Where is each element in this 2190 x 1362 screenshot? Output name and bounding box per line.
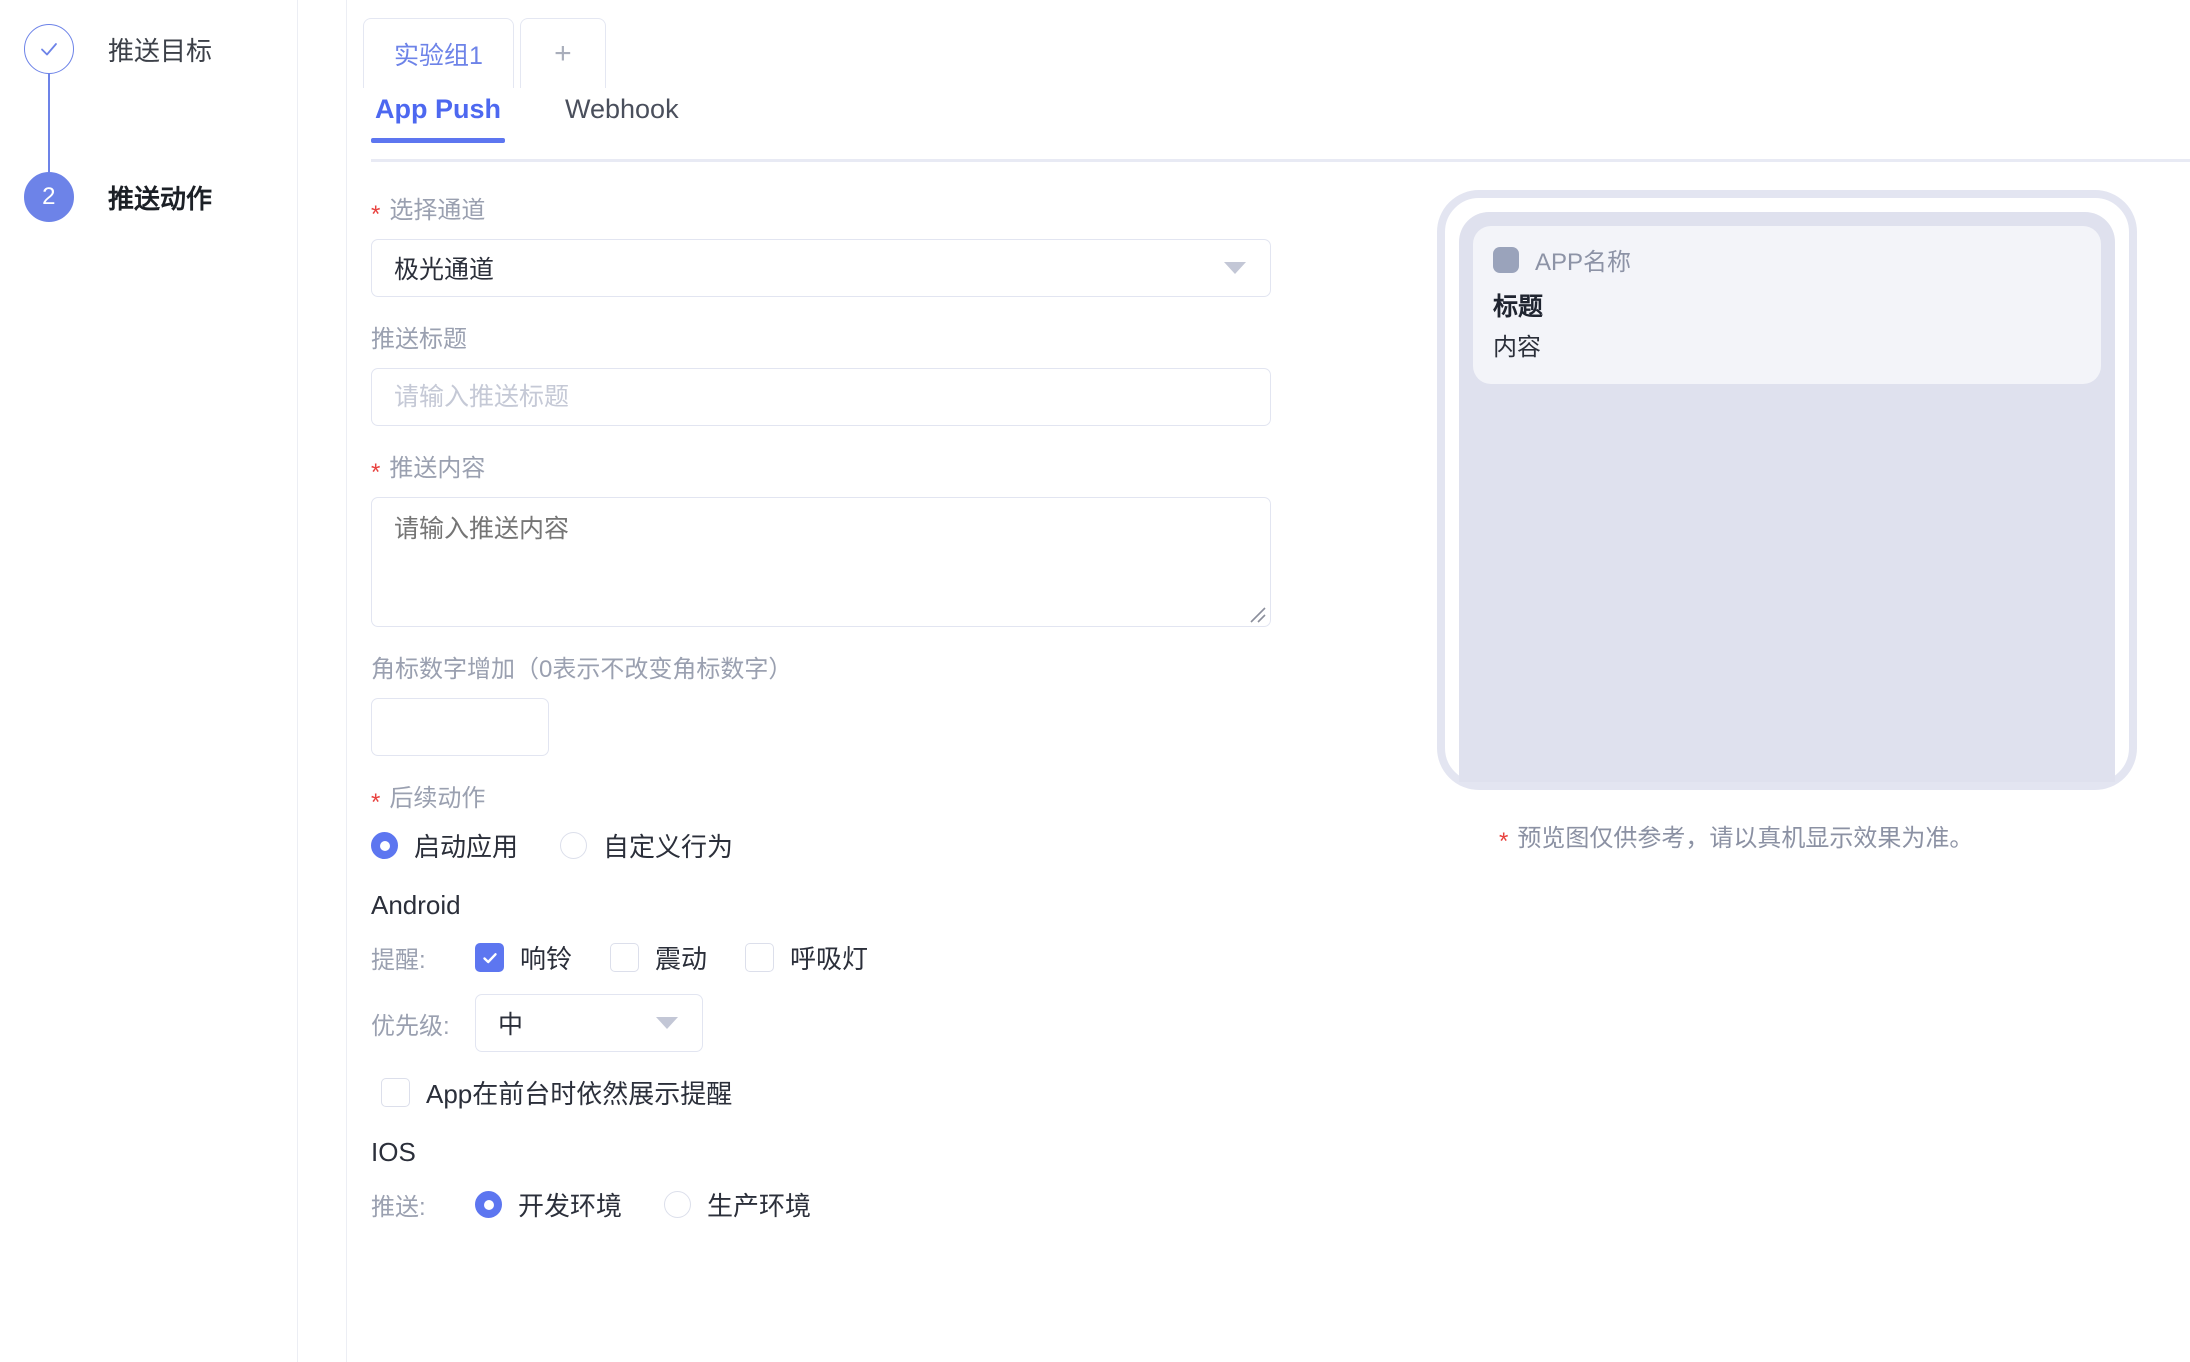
step-label-push-target: 推送目标	[108, 35, 213, 66]
radio-indicator	[475, 1191, 502, 1218]
checkbox-indicator	[381, 1078, 410, 1107]
radio-indicator	[664, 1191, 692, 1218]
checkbox-vibrate[interactable]: 震动	[610, 939, 707, 976]
android-section-title: Android	[371, 890, 461, 920]
checkbox-indicator	[745, 943, 775, 972]
push-action-form: * 选择通道 极光通道 推送标题 请输入推送标题 * 推送内容 请输入推送内容 …	[347, 190, 1407, 1241]
push-content-wrapper	[371, 497, 1271, 627]
notification-header: APP名称	[1493, 242, 2081, 277]
app-name-text: APP名称	[1535, 249, 1632, 276]
label-text: 推送内容	[389, 455, 486, 482]
checkbox-label: 响铃	[520, 944, 573, 974]
radio-label: 自定义行为	[603, 832, 734, 862]
radio-label: 生产环境	[707, 1191, 812, 1221]
check-icon	[37, 37, 61, 61]
channel-type-tabs: App Push Webhook	[347, 88, 2190, 162]
field-label-push-title: 推送标题	[371, 319, 1407, 354]
add-group-tab-button[interactable]: +	[519, 18, 606, 88]
push-content-textarea[interactable]	[371, 497, 1271, 627]
panel-body: * 选择通道 极光通道 推送标题 请输入推送标题 * 推送内容 请输入推送内容 …	[347, 162, 2190, 1241]
checkbox-label: 震动	[655, 944, 708, 974]
phone-screen: APP名称 标题 内容	[1459, 212, 2115, 782]
android-priority-label: 优先级:	[371, 1012, 450, 1040]
notification-body-text: 内容	[1493, 334, 1541, 361]
plus-icon: +	[554, 36, 572, 70]
step-rail: 推送目标 2 推送动作	[0, 0, 298, 1362]
label-text: 后续动作	[389, 785, 486, 812]
priority-select[interactable]: 中	[475, 994, 703, 1052]
experiment-group-tabs: 实验组1 +	[347, 0, 2190, 88]
label-text: 推送标题	[371, 326, 467, 353]
app-icon	[1493, 246, 1519, 273]
channel-select-value: 极光通道	[394, 256, 495, 284]
checkbox-foreground-alert[interactable]: App在前台时依然展示提醒	[381, 1074, 1407, 1111]
radio-indicator	[560, 832, 588, 859]
ios-env-radio-group: 开发环境 生产环境	[475, 1186, 853, 1223]
group-tab-experiment-1[interactable]: 实验组1	[363, 18, 514, 88]
required-asterisk-icon: *	[371, 789, 381, 816]
push-action-config-page: 推送目标 2 推送动作 实验组1 + App Push Webhook * 选择…	[0, 0, 2190, 1362]
required-asterisk-icon: *	[1499, 828, 1509, 855]
priority-select-value: 中	[498, 1011, 524, 1039]
step-item-push-target[interactable]: 推送目标	[0, 18, 297, 80]
checkbox-ring[interactable]: 响铃	[475, 939, 572, 976]
ios-section-title: IOS	[371, 1137, 416, 1167]
radio-indicator	[371, 832, 398, 859]
field-label-follow-action: * 后续动作	[371, 778, 1407, 816]
preview-note-text: 预览图仅供参考，请以真机显示效果为准。	[1517, 825, 1974, 852]
notification-title-text: 标题	[1493, 293, 1544, 321]
checkbox-label: 呼吸灯	[790, 944, 869, 974]
phone-mockup: APP名称 标题 内容	[1437, 190, 2137, 790]
field-follow-action: * 后续动作 启动应用 自定义行为	[371, 778, 1407, 864]
field-badge-number: 角标数字增加（0表示不改变角标数字）	[371, 649, 1407, 756]
radio-prod-env[interactable]: 生产环境	[664, 1186, 811, 1223]
group-tab-label: 实验组1	[394, 41, 483, 70]
main-panel: 实验组1 + App Push Webhook * 选择通道 极光通道 推送标题…	[346, 0, 2190, 1362]
checkbox-indicator	[475, 943, 504, 972]
step-marker-current: 2	[24, 172, 74, 222]
android-remind-row: 提醒: 响铃 震动 呼吸灯	[371, 939, 1407, 976]
field-push-content: * 推送内容	[371, 448, 1407, 627]
push-title-input[interactable]	[371, 368, 1271, 426]
step-item-push-action[interactable]: 2 推送动作	[0, 166, 297, 228]
radio-dev-env[interactable]: 开发环境	[475, 1186, 622, 1223]
android-remind-label: 提醒:	[371, 947, 426, 974]
chevron-down-icon	[656, 1017, 678, 1029]
push-preview-panel: APP名称 标题 内容 * 预览图仅供参考，请以真机显示效果为准。	[1407, 190, 2190, 1241]
channel-select[interactable]: 极光通道	[371, 239, 1271, 297]
checkbox-indicator	[610, 943, 640, 972]
radio-custom-action[interactable]: 自定义行为	[560, 827, 733, 864]
field-label-badge-number: 角标数字增加（0表示不改变角标数字）	[371, 649, 1407, 684]
label-text: 选择通道	[389, 197, 486, 224]
radio-label: 开发环境	[518, 1191, 623, 1221]
step-marker-done	[24, 24, 74, 74]
badge-number-input[interactable]	[371, 698, 549, 756]
field-label-channel: * 选择通道	[371, 190, 1407, 228]
ios-push-env-row: 推送: 开发环境 生产环境	[371, 1186, 1407, 1223]
radio-label: 启动应用	[414, 832, 519, 862]
field-push-title: 推送标题	[371, 319, 1407, 426]
required-asterisk-icon: *	[371, 459, 381, 486]
chevron-down-icon	[1224, 262, 1246, 274]
checkbox-label: App在前台时依然展示提醒	[426, 1079, 733, 1109]
tab-webhook[interactable]: Webhook	[561, 88, 683, 143]
notification-preview-card: APP名称 标题 内容	[1473, 226, 2101, 384]
field-label-push-content: * 推送内容	[371, 448, 1407, 486]
radio-launch-app[interactable]: 启动应用	[371, 827, 518, 864]
label-text: 角标数字增加（0表示不改变角标数字）	[371, 656, 793, 683]
follow-action-radio-group: 启动应用 自定义行为	[371, 827, 1407, 864]
field-channel: * 选择通道 极光通道	[371, 190, 1407, 297]
android-remind-checkbox-group: 响铃 震动 呼吸灯	[475, 939, 906, 976]
checkbox-led[interactable]: 呼吸灯	[745, 939, 868, 976]
step-label-push-action: 推送动作	[108, 183, 213, 214]
android-priority-row: 优先级: 中	[371, 994, 1407, 1052]
preview-disclaimer: * 预览图仅供参考，请以真机显示效果为准。	[1437, 818, 2190, 855]
tab-app-push[interactable]: App Push	[371, 88, 505, 143]
ios-push-label: 推送:	[371, 1194, 426, 1221]
required-asterisk-icon: *	[371, 201, 381, 228]
